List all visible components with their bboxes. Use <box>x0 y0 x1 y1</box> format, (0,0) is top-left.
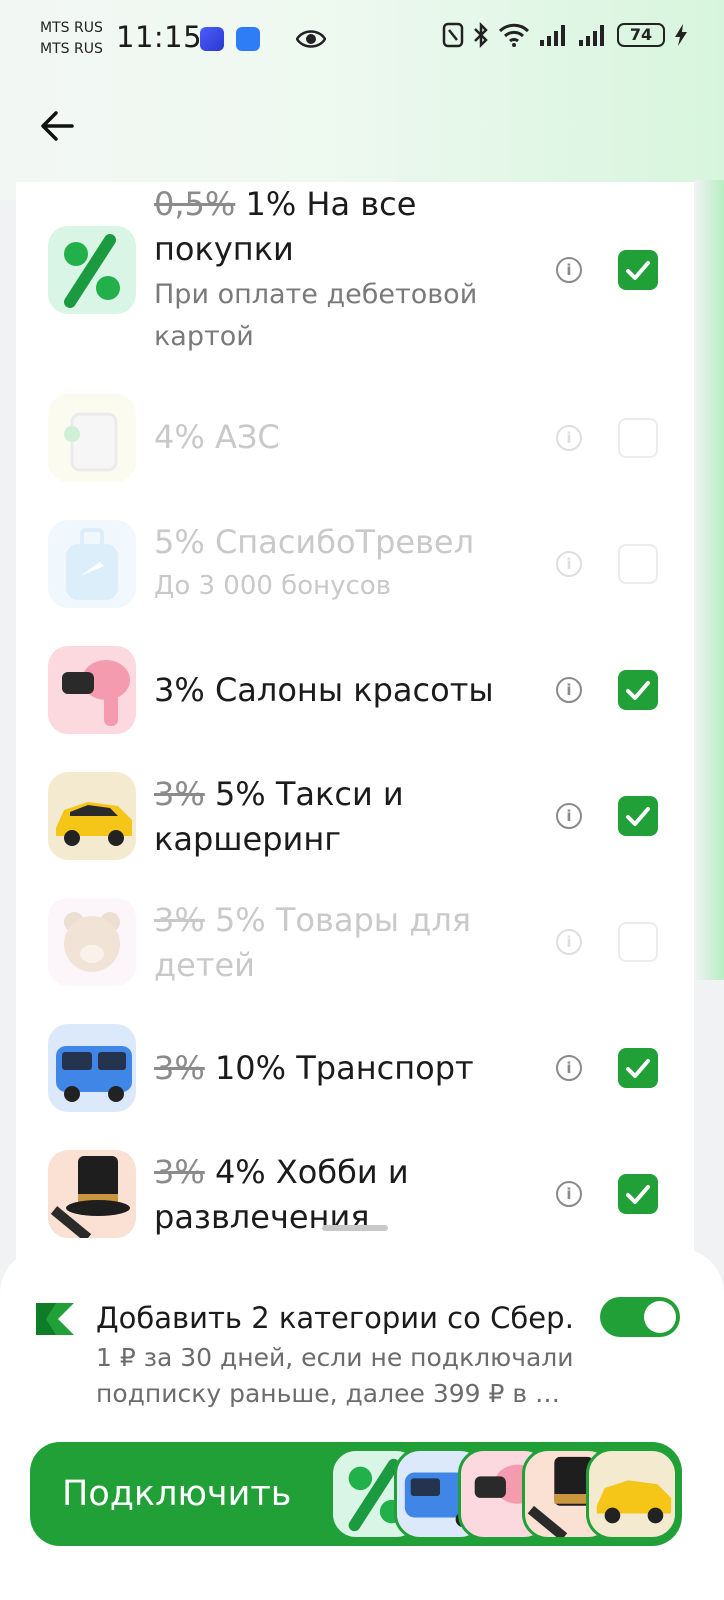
app-notification-icon <box>236 27 260 51</box>
status-bar: MTS RUS MTS RUS 11:15 74 <box>0 0 724 80</box>
checkbox-checked[interactable] <box>618 1174 658 1214</box>
list-item[interactable]: 3% 5% Товары для детей i <box>16 884 694 1004</box>
carrier-2: MTS RUS <box>40 41 103 57</box>
back-button[interactable] <box>38 106 78 146</box>
checkbox-unchecked[interactable] <box>618 922 658 962</box>
info-icon[interactable]: i <box>556 803 582 829</box>
category-subtitle: При оплате дебетовой картой <box>154 279 478 352</box>
info-icon[interactable]: i <box>556 551 582 577</box>
category-list: 0,5% 1% На все покупки При оплате дебетов… <box>16 182 694 1262</box>
info-icon[interactable]: i <box>556 1055 582 1081</box>
old-rate: 3% <box>154 775 205 813</box>
category-title: 5% СпасибоТревел До 3 000 бонусов <box>154 520 504 607</box>
old-rate: 3% <box>154 901 205 939</box>
category-name: 4% АЗС <box>154 418 280 456</box>
carrier-1: MTS RUS <box>40 20 103 36</box>
category-title: 3% Салоны красоты <box>154 668 504 713</box>
percent-icon <box>48 226 136 314</box>
checkbox-checked[interactable] <box>618 1048 658 1088</box>
subscription-title: Добавить 2 категории со Сбер… <box>96 1301 576 1335</box>
category-title: 3% 5% Такси и каршеринг <box>154 772 504 862</box>
subscription-subtitle: 1 ₽ за 30 дней, если не подключали подпи… <box>96 1343 574 1408</box>
category-title: 3% 5% Товары для детей <box>154 898 504 988</box>
list-item[interactable]: 5% СпасибоТревел До 3 000 бонусов i <box>16 502 694 622</box>
info-icon[interactable]: i <box>556 677 582 703</box>
battery-icon: 74 <box>617 23 665 47</box>
charging-icon <box>675 24 687 46</box>
status-time: 11:15 <box>116 20 203 54</box>
side-gradient <box>694 180 724 980</box>
hair-dryer-icon <box>48 646 136 734</box>
checkbox-checked[interactable] <box>618 670 658 710</box>
info-icon[interactable]: i <box>556 257 582 283</box>
subscription-toggle[interactable] <box>600 1297 680 1337</box>
teddy-bear-icon <box>48 898 136 986</box>
connect-button[interactable]: Подключить <box>30 1442 682 1546</box>
sber-prime-logo <box>36 1303 74 1335</box>
list-item[interactable]: 3% 10% Транспорт i <box>16 1010 694 1130</box>
carrier-names: MTS RUS MTS RUS <box>40 18 103 60</box>
wifi-icon <box>498 23 530 47</box>
old-rate: 0,5% <box>154 185 236 223</box>
category-name: 3% Салоны красоты <box>154 671 494 709</box>
selected-categories-preview <box>330 1448 682 1540</box>
suitcase-icon <box>48 520 136 608</box>
toggle-knob <box>644 1301 676 1333</box>
status-icons: 74 <box>442 22 688 48</box>
checkbox-unchecked[interactable] <box>618 544 658 584</box>
connect-button-label: Подключить <box>62 1474 292 1514</box>
info-icon[interactable]: i <box>556 1181 582 1207</box>
scroll-handle[interactable] <box>322 1225 388 1231</box>
category-title: 3% 10% Транспорт <box>154 1046 504 1091</box>
subscription-sheet: Добавить 2 категории со Сбер… 1 ₽ за 30 … <box>0 1248 724 1600</box>
category-name: 5% СпасибоТревел <box>154 523 475 561</box>
checkbox-checked[interactable] <box>618 250 658 290</box>
bluetooth-icon <box>474 22 488 48</box>
list-item[interactable]: 0,5% 1% На все покупки При оплате дебетов… <box>16 182 694 372</box>
nfc-icon <box>442 22 464 48</box>
category-name: 10% Транспорт <box>204 1049 474 1087</box>
category-subtitle: До 3 000 бонусов <box>154 571 392 601</box>
old-rate: 3% <box>154 1153 205 1191</box>
list-item[interactable]: 3% Салоны красоты i <box>16 632 694 752</box>
list-item[interactable]: 3% 4% Хобби и развлечения i <box>16 1136 694 1256</box>
info-icon[interactable]: i <box>556 929 582 955</box>
bus-icon <box>48 1024 136 1112</box>
top-hat-icon <box>48 1150 136 1238</box>
category-title: 0,5% 1% На все покупки При оплате дебетов… <box>154 182 504 358</box>
checkbox-unchecked[interactable] <box>618 418 658 458</box>
taxi-car-icon <box>586 1448 678 1540</box>
signal-icon <box>579 25 604 46</box>
info-icon[interactable]: i <box>556 425 582 451</box>
checkbox-checked[interactable] <box>618 796 658 836</box>
old-rate: 3% <box>154 1049 205 1087</box>
eye-icon <box>296 30 326 48</box>
list-item[interactable]: 4% АЗС i <box>16 377 694 497</box>
taxi-car-icon <box>48 772 136 860</box>
signal-icon <box>540 25 565 46</box>
fuel-canister-icon <box>48 394 136 482</box>
list-item[interactable]: 3% 5% Такси и каршеринг i <box>16 758 694 878</box>
app-notification-icon <box>200 27 224 51</box>
category-title: 4% АЗС <box>154 415 504 460</box>
